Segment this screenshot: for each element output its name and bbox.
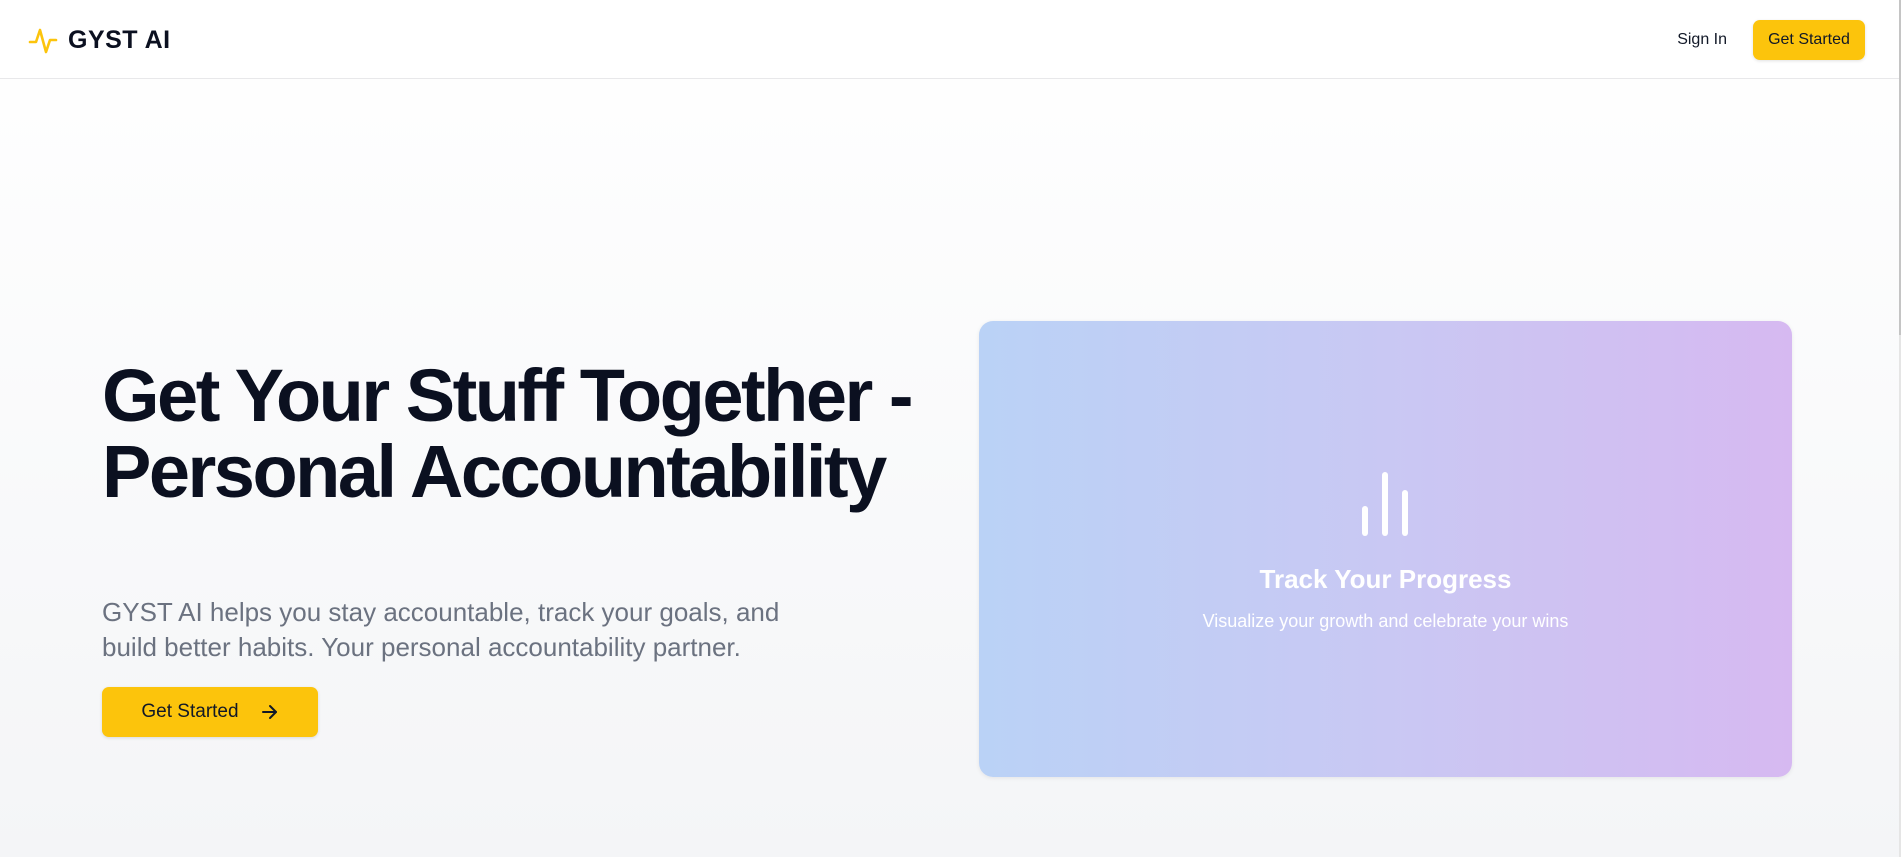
nav-get-started-button[interactable]: Get Started [1753, 20, 1865, 60]
brand-name: GYST AI [68, 25, 171, 54]
feature-card: Track Your Progress Visualize your growt… [979, 321, 1792, 777]
hero-cta-label: Get Started [141, 701, 239, 722]
nav-actions: Sign In Get Started [1675, 20, 1865, 60]
sign-in-link[interactable]: Sign In [1675, 23, 1729, 57]
top-navbar: GYST AI Sign In Get Started [0, 0, 1899, 79]
arrow-right-icon [261, 704, 279, 720]
hero-title: Get Your Stuff Together - Personal Accou… [102, 354, 914, 513]
hero-get-started-button[interactable]: Get Started [102, 687, 318, 737]
feature-card-subtitle: Visualize your growth and celebrate your… [1202, 611, 1569, 631]
activity-pulse-icon [28, 24, 58, 56]
brand-logo-link[interactable]: GYST AI [28, 24, 171, 56]
bar-chart-icon [1357, 471, 1413, 542]
hero-subtitle: GYST AI helps you stay accountable, trac… [102, 597, 780, 662]
feature-card-title: Track Your Progress [1259, 564, 1512, 594]
